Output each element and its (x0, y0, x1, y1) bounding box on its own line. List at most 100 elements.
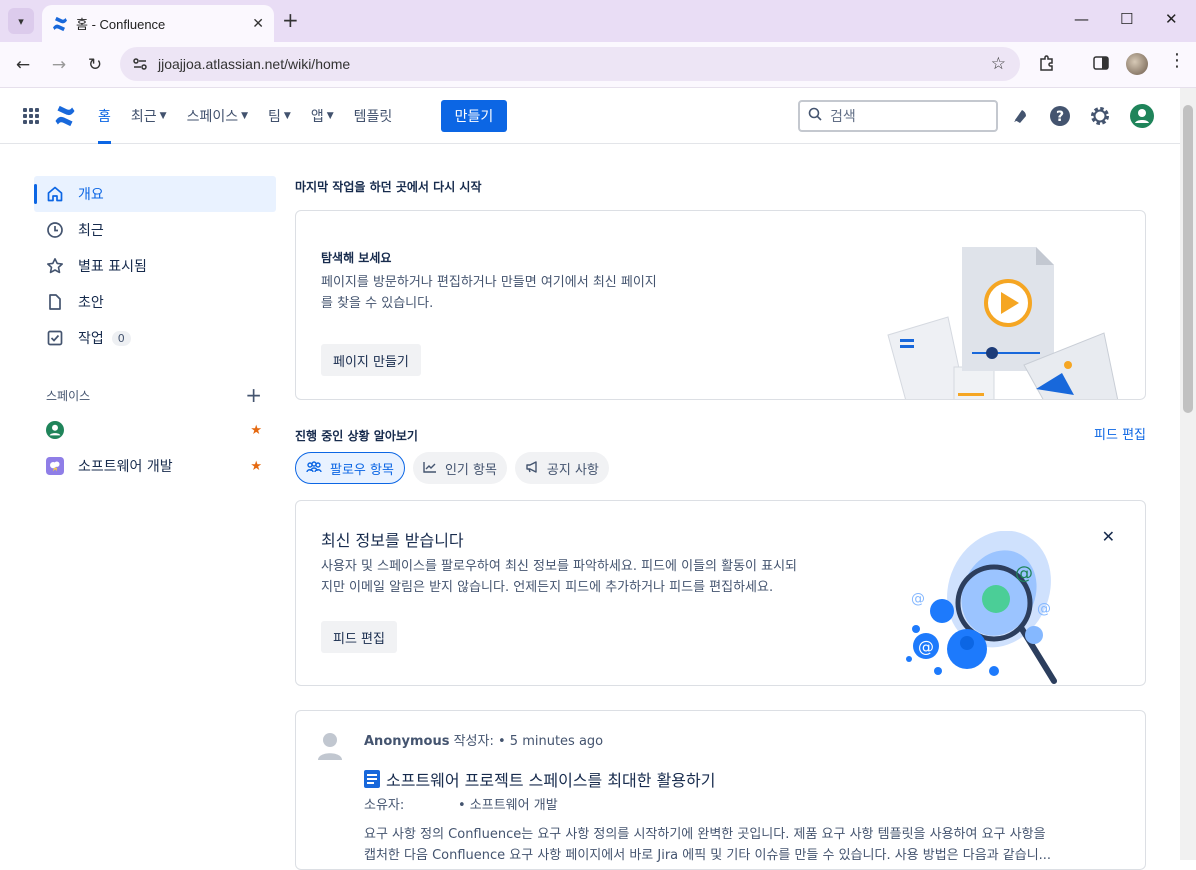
explore-card: 탐색해 보세요 페이지를 방문하거나 편집하거나 만들면 여기에서 최신 페이지… (295, 210, 1146, 400)
user-avatar-icon[interactable] (1130, 104, 1154, 128)
activity-page-title: 소프트웨어 프로젝트 스페이스를 최대한 활용하기 (386, 771, 716, 790)
browser-profile-avatar[interactable] (1126, 53, 1148, 75)
scrollbar-thumb[interactable] (1183, 105, 1193, 413)
add-space-icon[interactable]: + (245, 383, 262, 407)
nav-recent-label: 최근 (130, 109, 157, 125)
browser-tab-strip: ▾ 홈 - Confluence ✕ + — ☐ ✕ (0, 0, 1196, 42)
help-icon[interactable]: ? (1049, 105, 1071, 127)
minimize-icon[interactable]: — (1074, 10, 1089, 28)
browser-toolbar: ← → ↻ jjoajjoa.atlassian.net/wiki/home ☆… (0, 42, 1196, 88)
updates-card-heading: 최신 정보를 받습니다 (321, 531, 464, 550)
edit-feed-link[interactable]: 피드 편집 (1094, 424, 1146, 443)
activity-meta-line: Anonymous 작성자: • 5 minutes ago (364, 730, 603, 749)
settings-gear-icon[interactable] (1089, 105, 1111, 127)
create-page-button[interactable]: 페이지 만들기 (321, 344, 421, 376)
nav-recent[interactable]: 최근 ▼ (131, 88, 167, 144)
url-text: jjoajjoa.atlassian.net/wiki/home (158, 56, 351, 72)
sidebar-item-label: 최근 (78, 223, 104, 239)
pill-label: 인기 항목 (444, 462, 497, 478)
activity-card: Anonymous 작성자: • 5 minutes ago 소프트웨어 프로젝… (295, 710, 1146, 870)
nav-templates-label: 템플릿 (353, 109, 393, 125)
top-nav: 홈 최근 ▼ 스페이스 ▼ 팀 ▼ 앱 ▼ 템플릿 (98, 88, 412, 144)
nav-teams[interactable]: 팀 ▼ (268, 88, 291, 144)
resume-section-title: 마지막 작업을 하던 곳에서 다시 시작 (295, 180, 482, 194)
svg-text:@: @ (918, 637, 934, 656)
feed-filter-pills: 팔로우 항목 인기 항목 공지 사항 (295, 452, 617, 484)
explore-illustration (887, 247, 1119, 399)
software-space-icon (46, 457, 64, 475)
nav-spaces[interactable]: 스페이스 ▼ (187, 88, 248, 144)
sidebar-item-label: 별표 표시됨 (78, 259, 147, 275)
notifications-icon[interactable] (1009, 105, 1031, 127)
browser-tab[interactable]: 홈 - Confluence ✕ (42, 5, 274, 42)
pill-following[interactable]: 팔로우 항목 (295, 452, 405, 484)
sidebar-space-personal[interactable]: ★ (34, 412, 276, 448)
sidebar-item-label: 초안 (78, 295, 104, 311)
extensions-icon[interactable] (1038, 54, 1056, 76)
create-button[interactable]: 만들기 (441, 100, 507, 132)
explore-card-heading: 탐색해 보세요 (321, 251, 392, 265)
chevron-down-icon: ▼ (283, 111, 291, 121)
search-input[interactable]: 검색 (798, 100, 998, 132)
confluence-logo-icon[interactable] (54, 105, 76, 127)
chevron-down-icon: ▼ (326, 111, 334, 121)
starred-icon[interactable]: ★ (250, 459, 262, 474)
sidebar: 개요 최근 별표 표시됨 초안 작업 0 스페이스 + ★ 소프트웨어 개발 ★ (34, 176, 276, 484)
explore-card-body: 페이지를 방문하거나 편집하거나 만들면 여기에서 최신 페이지 를 찾을 수 … (321, 272, 741, 314)
forward-icon[interactable]: → (46, 52, 72, 78)
updates-card-body: 사용자 및 스페이스를 팔로우하여 최신 정보를 파악하세요. 피드에 이들의 … (321, 556, 881, 598)
nav-templates[interactable]: 템플릿 (354, 88, 393, 144)
nav-home-label: 홈 (98, 109, 111, 125)
pill-announcements[interactable]: 공지 사항 (514, 452, 609, 484)
feed-illustration: @ @ @ @ (906, 531, 1057, 684)
nav-home[interactable]: 홈 (98, 88, 111, 144)
svg-text:?: ? (1056, 109, 1064, 125)
home-icon (46, 185, 64, 203)
sidebar-item-recent[interactable]: 최근 (34, 212, 276, 248)
activity-owner-value[interactable]: • 소프트웨어 개발 (458, 794, 558, 813)
side-panel-icon[interactable] (1092, 54, 1110, 76)
app-switcher-icon[interactable] (23, 108, 39, 124)
close-window-icon[interactable]: ✕ (1165, 10, 1178, 28)
sidebar-item-drafts[interactable]: 초안 (34, 284, 276, 320)
maximize-icon[interactable]: ☐ (1120, 10, 1133, 28)
search-placeholder: 검색 (830, 109, 856, 125)
activity-author[interactable]: Anonymous (364, 734, 449, 749)
nav-apps[interactable]: 앱 ▼ (311, 88, 334, 144)
page-icon (46, 293, 64, 311)
space-label: 소프트웨어 개발 (78, 459, 173, 475)
explore-body-line: 를 찾을 수 있습니다. (321, 296, 434, 311)
sidebar-space-software-dev[interactable]: 소프트웨어 개발 ★ (34, 448, 276, 484)
sidebar-item-overview[interactable]: 개요 (34, 176, 276, 212)
site-settings-icon[interactable] (132, 56, 148, 72)
edit-feed-button[interactable]: 피드 편집 (321, 621, 397, 653)
starred-icon[interactable]: ★ (250, 423, 262, 438)
reload-icon[interactable]: ↻ (82, 52, 108, 78)
clock-icon (46, 221, 64, 239)
tab-close-icon[interactable]: ✕ (252, 16, 264, 32)
activity-meta: 작성자: • 5 minutes ago (453, 734, 604, 749)
spaces-section-header: 스페이스 + (34, 382, 276, 408)
new-tab-icon[interactable]: + (282, 8, 299, 32)
pill-label: 팔로우 항목 (330, 462, 394, 478)
anonymous-user-icon (318, 733, 342, 760)
sidebar-item-starred[interactable]: 별표 표시됨 (34, 248, 276, 284)
star-icon (46, 257, 64, 275)
nav-spaces-label: 스페이스 (186, 109, 239, 125)
megaphone-icon (525, 460, 539, 476)
svg-text:@: @ (911, 591, 925, 607)
svg-text:@: @ (1015, 563, 1033, 584)
activity-page-link[interactable]: 소프트웨어 프로젝트 스페이스를 최대한 활용하기 (364, 767, 715, 791)
address-bar[interactable]: jjoajjoa.atlassian.net/wiki/home ☆ (120, 47, 1020, 81)
browser-menu-icon[interactable]: ⋮ (1168, 50, 1186, 71)
sidebar-item-label: 개요 (78, 187, 104, 203)
trend-chart-icon (423, 461, 437, 476)
sidebar-item-tasks[interactable]: 작업 0 (34, 320, 276, 356)
close-icon[interactable]: ✕ (1102, 527, 1115, 546)
back-icon[interactable]: ← (10, 52, 36, 78)
tab-search-dropdown[interactable]: ▾ (8, 8, 34, 34)
tasks-count-badge: 0 (111, 330, 131, 346)
pill-popular[interactable]: 인기 항목 (412, 452, 507, 484)
chevron-down-icon: ▼ (159, 111, 167, 121)
bookmark-star-icon[interactable]: ☆ (991, 54, 1006, 74)
